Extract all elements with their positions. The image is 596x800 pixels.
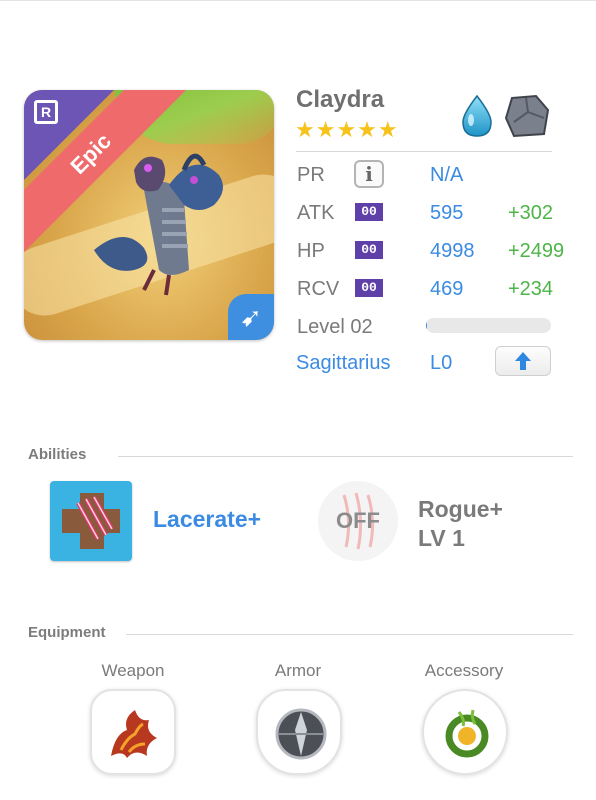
rcv-bonus: +234	[508, 278, 554, 300]
monster-portrait[interactable]: Epic R ➹	[24, 90, 274, 340]
info-icon: i	[365, 162, 373, 186]
weapon-label: Weapon	[101, 661, 165, 680]
rcv-plus-badge: 00	[355, 279, 383, 297]
armor-icon	[275, 708, 327, 760]
hp-label: HP	[297, 240, 325, 262]
pr-value: N/A	[430, 164, 464, 186]
level-label: Level 02	[297, 316, 373, 338]
passive-off-label: OFF	[336, 508, 380, 533]
accessory-slot[interactable]	[422, 689, 508, 775]
pr-label: PR	[297, 164, 325, 186]
atk-label: ATK	[297, 202, 335, 224]
equipment-title: Equipment	[28, 624, 106, 641]
abilities-rule	[118, 456, 573, 457]
hp-plus-badge: 00	[355, 241, 383, 259]
weapon-icon	[111, 710, 157, 758]
sign-level: L0	[430, 352, 453, 374]
hp-bonus: +2499	[508, 240, 565, 262]
accessory-label: Accessory	[424, 661, 504, 680]
info-button[interactable]: i	[354, 160, 384, 188]
atk-value: 595	[430, 202, 464, 224]
stone-icon	[504, 94, 550, 138]
atk-plus-badge: 00	[355, 203, 383, 221]
abilities-title: Abilities	[28, 446, 87, 463]
passive-ability-text: Rogue+ LV 1	[418, 495, 503, 553]
armor-label: Armor	[274, 661, 322, 680]
accessory-icon	[445, 709, 489, 758]
upgrade-button[interactable]	[495, 346, 551, 376]
lacerate-icon[interactable]	[50, 481, 132, 561]
hp-value: 4998	[430, 240, 475, 262]
passive-ability-level: LV 1	[418, 525, 465, 551]
star-rating: ★★★★★	[295, 117, 399, 142]
armor-slot[interactable]	[256, 689, 342, 775]
rarity-badge-icon: R	[34, 100, 58, 124]
level-progress-fill	[426, 318, 428, 333]
weapon-slot[interactable]	[90, 689, 176, 775]
rcv-label: RCV	[297, 278, 340, 300]
header-divider	[296, 151, 552, 152]
equipment-rule	[126, 634, 573, 635]
passive-ability-icon[interactable]: OFF	[318, 481, 398, 561]
atk-bonus: +302	[508, 202, 554, 224]
top-divider	[0, 0, 596, 1]
water-drop-icon	[462, 94, 492, 137]
monster-name: Claydra	[296, 86, 385, 113]
rcv-value: 469	[430, 278, 464, 300]
passive-ability-name: Rogue+	[418, 496, 503, 522]
claw-cross-icon	[62, 493, 120, 549]
sagittarius-arrow-icon: ➹	[228, 294, 274, 340]
level-progress-bar	[426, 318, 551, 333]
sign-link[interactable]: Sagittarius	[296, 352, 391, 375]
arrow-up-icon	[515, 352, 531, 370]
active-ability-name[interactable]: Lacerate+	[153, 506, 261, 533]
